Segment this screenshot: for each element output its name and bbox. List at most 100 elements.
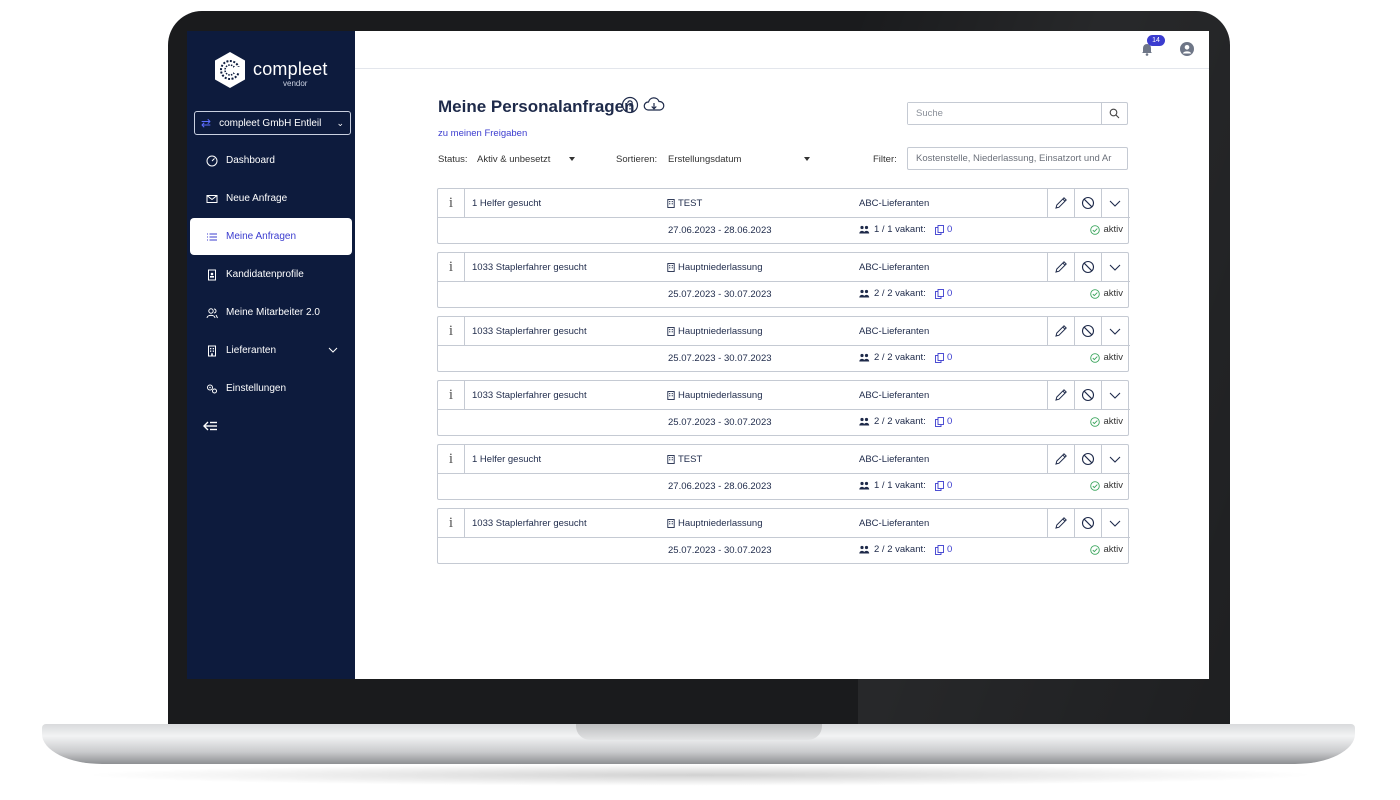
deactivate-button[interactable] xyxy=(1074,381,1101,409)
status-text: aktiv xyxy=(1103,544,1123,555)
request-copies[interactable]: 0 xyxy=(935,544,952,555)
status-badge: aktiv xyxy=(1090,480,1123,491)
ban-icon xyxy=(1081,260,1095,274)
request-copies-count: 0 xyxy=(947,544,953,555)
request-supplier: ABC-Lieferanten xyxy=(859,518,930,529)
status-text: aktiv xyxy=(1103,224,1123,235)
envelope-icon xyxy=(205,192,219,206)
company-selector[interactable]: ⇄ compleet GmbH Entleil ⌄ xyxy=(194,111,351,135)
sort-select[interactable]: Erstellungsdatum xyxy=(668,154,741,165)
request-supplier: ABC-Lieferanten xyxy=(859,326,930,337)
edit-button[interactable] xyxy=(1047,253,1074,281)
edit-button[interactable] xyxy=(1047,317,1074,345)
info-icon[interactable]: i xyxy=(438,509,465,537)
status-text: aktiv xyxy=(1103,352,1123,363)
users-icon xyxy=(859,545,870,554)
expand-button[interactable] xyxy=(1101,189,1128,217)
building-icon xyxy=(667,327,675,336)
check-circle-icon xyxy=(1090,416,1101,427)
request-headcount-text: 2 / 2 vakant: xyxy=(874,544,926,555)
request-title[interactable]: 1033 Staplerfahrer gesucht xyxy=(472,518,587,529)
sidebar-item-my-requests[interactable]: Meine Anfragen xyxy=(190,218,352,255)
ban-icon xyxy=(1081,516,1095,530)
help-icon[interactable] xyxy=(621,96,639,119)
sidebar-item-new-request[interactable]: Neue Anfrage xyxy=(190,180,352,217)
request-copies-count: 0 xyxy=(947,288,953,299)
request-supplier: ABC-Lieferanten xyxy=(859,454,930,465)
expand-button[interactable] xyxy=(1101,317,1128,345)
chevron-down-icon[interactable] xyxy=(328,345,338,356)
request-title[interactable]: 1033 Staplerfahrer gesucht xyxy=(472,262,587,273)
sidebar-item-my-employees[interactable]: Meine Mitarbeiter 2.0 xyxy=(190,294,352,331)
deactivate-button[interactable] xyxy=(1074,317,1101,345)
expand-button[interactable] xyxy=(1101,445,1128,473)
caret-down-icon[interactable] xyxy=(804,157,810,161)
sidebar-item-candidate-profiles[interactable]: Kandidatenprofile xyxy=(190,256,352,293)
deactivate-button[interactable] xyxy=(1074,253,1101,281)
request-location-text: TEST xyxy=(678,454,703,465)
edit-button[interactable] xyxy=(1047,445,1074,473)
cloud-download-icon[interactable] xyxy=(643,96,665,119)
filter-input[interactable] xyxy=(907,147,1128,170)
request-copies[interactable]: 0 xyxy=(935,352,952,363)
info-icon[interactable]: i xyxy=(438,445,465,473)
search-button[interactable] xyxy=(1101,103,1127,124)
deactivate-button[interactable] xyxy=(1074,189,1101,217)
collapse-left-icon[interactable] xyxy=(203,419,219,433)
search-input[interactable] xyxy=(908,103,1101,124)
chevron-down-icon xyxy=(1109,456,1121,463)
brand-sub: vendor xyxy=(283,79,308,88)
check-circle-icon xyxy=(1090,288,1101,299)
info-icon[interactable]: i xyxy=(438,189,465,217)
request-copies[interactable]: 0 xyxy=(935,480,952,491)
info-icon[interactable]: i xyxy=(438,253,465,281)
caret-down-icon[interactable] xyxy=(569,157,575,161)
request-copies[interactable]: 0 xyxy=(935,224,952,235)
expand-button[interactable] xyxy=(1101,381,1128,409)
request-title[interactable]: 1033 Staplerfahrer gesucht xyxy=(472,390,587,401)
status-select[interactable]: Aktiv & unbesetzt xyxy=(477,154,550,165)
edit-button[interactable] xyxy=(1047,509,1074,537)
request-supplier: ABC-Lieferanten xyxy=(859,390,930,401)
laptop-notch xyxy=(576,724,822,740)
building-icon xyxy=(667,391,675,400)
sidebar-item-label: Meine Mitarbeiter 2.0 xyxy=(226,307,320,318)
building-icon xyxy=(667,455,675,464)
status-text: aktiv xyxy=(1103,416,1123,427)
info-icon[interactable]: i xyxy=(438,381,465,409)
status-badge: aktiv xyxy=(1090,224,1123,235)
logo[interactable]: compleet vendor xyxy=(213,51,353,91)
chevron-down-icon: ⌄ xyxy=(336,117,344,128)
sidebar-item-dashboard[interactable]: Dashboard xyxy=(190,142,352,179)
building-icon xyxy=(667,199,675,208)
request-title[interactable]: 1 Helfer gesucht xyxy=(472,454,541,465)
request-title[interactable]: 1 Helfer gesucht xyxy=(472,198,541,209)
request-location-text: Hauptniederlassung xyxy=(678,518,763,529)
ban-icon xyxy=(1081,388,1095,402)
approvals-link[interactable]: zu meinen Freigaben xyxy=(438,128,527,139)
edit-button[interactable] xyxy=(1047,381,1074,409)
edit-button[interactable] xyxy=(1047,189,1074,217)
deactivate-button[interactable] xyxy=(1074,445,1101,473)
compleet-logo-icon xyxy=(215,52,245,88)
deactivate-button[interactable] xyxy=(1074,509,1101,537)
app-screen: compleet vendor ⇄ compleet GmbH Entleil … xyxy=(187,31,1209,679)
ban-icon xyxy=(1081,452,1095,466)
sidebar-item-suppliers[interactable]: Lieferanten xyxy=(190,332,352,369)
expand-button[interactable] xyxy=(1101,509,1128,537)
info-icon[interactable]: i xyxy=(438,317,465,345)
users-icon xyxy=(859,481,870,490)
request-title[interactable]: 1033 Staplerfahrer gesucht xyxy=(472,326,587,337)
request-copies[interactable]: 0 xyxy=(935,416,952,427)
request-headcount-text: 2 / 2 vakant: xyxy=(874,416,926,427)
request-copies[interactable]: 0 xyxy=(935,288,952,299)
request-list: i 1 Helfer gesucht TEST ABC-Lieferanten … xyxy=(437,188,1130,572)
users-icon xyxy=(859,417,870,426)
sidebar-item-settings[interactable]: Einstellungen xyxy=(190,370,352,407)
request-copies-count: 0 xyxy=(947,480,953,491)
user-circle-icon[interactable] xyxy=(1179,41,1195,57)
request-headcount: 2 / 2 vakant: xyxy=(859,288,926,299)
request-headcount-text: 2 / 2 vakant: xyxy=(874,288,926,299)
expand-button[interactable] xyxy=(1101,253,1128,281)
pencil-icon xyxy=(1055,197,1067,209)
